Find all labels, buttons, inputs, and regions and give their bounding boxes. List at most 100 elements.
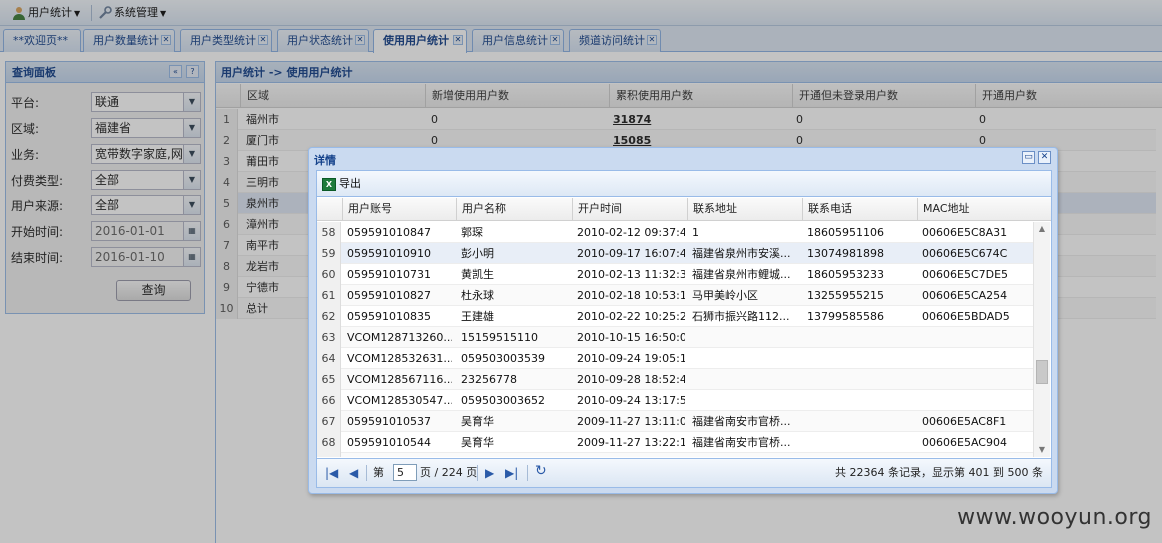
region-select[interactable]: 福建省 ▼ xyxy=(91,118,201,138)
cell-mac: 00606E5AC8F1 xyxy=(922,415,1007,428)
cell-region: 南平市 xyxy=(246,239,279,252)
refresh-icon[interactable]: ↻ xyxy=(535,464,547,478)
tab-label: 用户状态统计 xyxy=(287,34,353,47)
col-total-users[interactable]: 累积使用用户数 xyxy=(609,84,792,107)
col-mac[interactable]: MAC地址 xyxy=(917,198,1031,220)
last-page-icon[interactable]: ▶| xyxy=(505,466,518,480)
table-row[interactable]: 69 059591010554 吴育华 2009-11-27 13:27:53 福建省南… xyxy=(317,453,1033,457)
scroll-thumb[interactable] xyxy=(1036,360,1048,384)
tab-channel-visits[interactable]: 频道访问统计 ✕ xyxy=(569,29,661,52)
table-row[interactable]: 67 059591010537 吴育华 2009-11-27 13:11:09 福建省南… xyxy=(317,411,1033,432)
query-button[interactable]: 查询 xyxy=(116,280,191,301)
table-row[interactable]: 63 VCOM128713260... 15159515110 2010-10-15 … xyxy=(317,327,1033,348)
close-icon[interactable]: ✕ xyxy=(647,35,657,45)
row-number: 4 xyxy=(216,172,238,193)
end-date-input[interactable]: 2016-01-10 ▦ xyxy=(91,247,201,267)
cell-open: 0 xyxy=(979,113,986,126)
export-button[interactable]: X 导出 xyxy=(322,176,361,192)
help-icon[interactable]: ? xyxy=(186,65,199,78)
row-number: 67 xyxy=(317,411,341,432)
cell-phone: 18605951106 xyxy=(807,226,884,239)
tab-active-users[interactable]: 使用用户统计 ✕ xyxy=(373,29,467,53)
pager-separator xyxy=(477,465,478,481)
prev-page-icon[interactable]: ◀ xyxy=(349,466,358,480)
cell-time: 2009-11-27 13:11:09 xyxy=(577,415,685,428)
close-icon[interactable]: ✕ xyxy=(258,35,268,45)
table-row[interactable]: 58 059591010847 郭琛 2010-02-12 09:37:40 1 1860… xyxy=(317,222,1033,243)
page-prefix: 第 xyxy=(373,466,384,479)
first-page-icon[interactable]: |◀ xyxy=(325,466,338,480)
dialog-toolbar: X 导出 xyxy=(317,171,1051,197)
close-icon[interactable]: ✕ xyxy=(355,35,365,45)
cell-total[interactable]: 31874 xyxy=(613,109,651,130)
platform-select[interactable]: 联通 ▼ xyxy=(91,92,201,112)
row-number: 66 xyxy=(317,390,341,411)
next-page-icon[interactable]: ▶ xyxy=(485,466,494,480)
tab-user-status[interactable]: 用户状态统计 ✕ xyxy=(277,29,369,52)
table-row[interactable]: 64 VCOM128532631... 059503003539 2010-09-24… xyxy=(317,348,1033,369)
table-row[interactable]: 60 059591010731 黄凯生 2010-02-13 11:32:33 福建省泉… xyxy=(317,264,1033,285)
chevron-down-icon[interactable]: ▼ xyxy=(183,93,200,111)
close-icon[interactable]: ✕ xyxy=(453,35,463,45)
calendar-icon[interactable]: ▦ xyxy=(183,248,200,266)
chevron-down-icon[interactable]: ▼ xyxy=(183,171,200,189)
tab-user-type[interactable]: 用户类型统计 ✕ xyxy=(180,29,272,52)
pay-type-select[interactable]: 全部 ▼ xyxy=(91,170,201,190)
system-mgmt-menu[interactable]: 系统管理 ▼ xyxy=(98,3,166,23)
cell-name: 黄凯生 xyxy=(461,268,494,281)
row-number: 69 xyxy=(317,453,341,457)
table-row[interactable]: 68 059591010544 吴育华 2009-11-27 13:22:12 福建省南… xyxy=(317,432,1033,453)
tab-user-count[interactable]: 用户数量统计 ✕ xyxy=(83,29,175,52)
col-region[interactable]: 区域 xyxy=(240,84,425,107)
excel-icon: X xyxy=(322,177,336,191)
collapse-icon[interactable]: « xyxy=(169,65,182,78)
tab-label: 频道访问统计 xyxy=(579,34,645,47)
col-new-users[interactable]: 新增使用用户数 xyxy=(425,84,609,107)
start-date-input[interactable]: 2016-01-01 ▦ xyxy=(91,221,201,241)
cell-region: 厦门市 xyxy=(246,134,279,147)
col-unlogged-users[interactable]: 开通但未登录用户数 xyxy=(792,84,975,107)
page-number-input[interactable]: 5 xyxy=(393,464,417,481)
dialog-body: X 导出 用户账号 用户名称 开户时间 联系地址 联系电话 MAC地址 58 059… xyxy=(316,170,1052,488)
cell-name: 吴育华 xyxy=(461,436,494,449)
col-open-users[interactable]: 开通用户数 xyxy=(975,84,1157,107)
tab-user-info[interactable]: 用户信息统计 ✕ xyxy=(472,29,564,52)
table-row[interactable]: 62 059591010835 王建雄 2010-02-22 10:25:27 石狮市振… xyxy=(317,306,1033,327)
scroll-down-icon[interactable]: ▼ xyxy=(1034,443,1050,457)
table-row[interactable]: 65 VCOM128567116... 23256778 2010-09-28 18:… xyxy=(317,369,1033,390)
chevron-down-icon[interactable]: ▼ xyxy=(183,196,200,214)
dialog-title: 详情 xyxy=(314,154,336,167)
cell-new: 0 xyxy=(431,113,438,126)
col-address[interactable]: 联系地址 xyxy=(687,198,802,220)
row-number: 9 xyxy=(216,277,238,298)
cell-account: 059591010847 xyxy=(347,226,431,239)
scroll-up-icon[interactable]: ▲ xyxy=(1034,222,1050,236)
tab-welcome[interactable]: **欢迎页** xyxy=(3,29,81,52)
table-row[interactable]: 66 VCOM128530547... 059503003652 2010-09-24… xyxy=(317,390,1033,411)
chevron-down-icon: ▼ xyxy=(74,9,81,18)
user-stats-menu[interactable]: 用户统计 ▼ xyxy=(12,3,80,23)
date-value: 2016-01-01 xyxy=(95,224,165,238)
chevron-down-icon[interactable]: ▼ xyxy=(183,119,200,137)
col-open-time[interactable]: 开户时间 xyxy=(572,198,687,220)
page-total: 页 / 224 页 xyxy=(420,466,478,479)
table-row[interactable]: 61 059591010827 杜永球 2010-02-18 10:53:15 马甲美岭… xyxy=(317,285,1033,306)
cell-name: 059503003539 xyxy=(461,352,545,365)
table-row[interactable]: 59 059591010910 彭小明 2010-09-17 16:07:44 福建省泉… xyxy=(317,243,1033,264)
field-label: 用户来源: xyxy=(11,199,64,213)
col-name[interactable]: 用户名称 xyxy=(456,198,572,220)
close-icon[interactable]: ✕ xyxy=(550,35,560,45)
vertical-scrollbar[interactable]: ▲ ▼ xyxy=(1033,222,1050,457)
col-account[interactable]: 用户账号 xyxy=(342,198,456,220)
table-row[interactable]: 1 福州市 0 31874 0 0 xyxy=(216,109,1156,130)
business-select[interactable]: 宽带数字家庭,网 ▼ xyxy=(91,144,201,164)
cell-mac: 00606E5CA254 xyxy=(922,289,1008,302)
user-source-select[interactable]: 全部 ▼ xyxy=(91,195,201,215)
cell-mac: 00606E5C8A31 xyxy=(922,226,1008,239)
close-icon[interactable]: ✕ xyxy=(161,35,171,45)
col-phone[interactable]: 联系电话 xyxy=(802,198,917,220)
close-icon[interactable]: ✕ xyxy=(1038,151,1051,164)
calendar-icon[interactable]: ▦ xyxy=(183,222,200,240)
chevron-down-icon[interactable]: ▼ xyxy=(183,145,200,163)
maximize-icon[interactable]: ▭ xyxy=(1022,151,1035,164)
